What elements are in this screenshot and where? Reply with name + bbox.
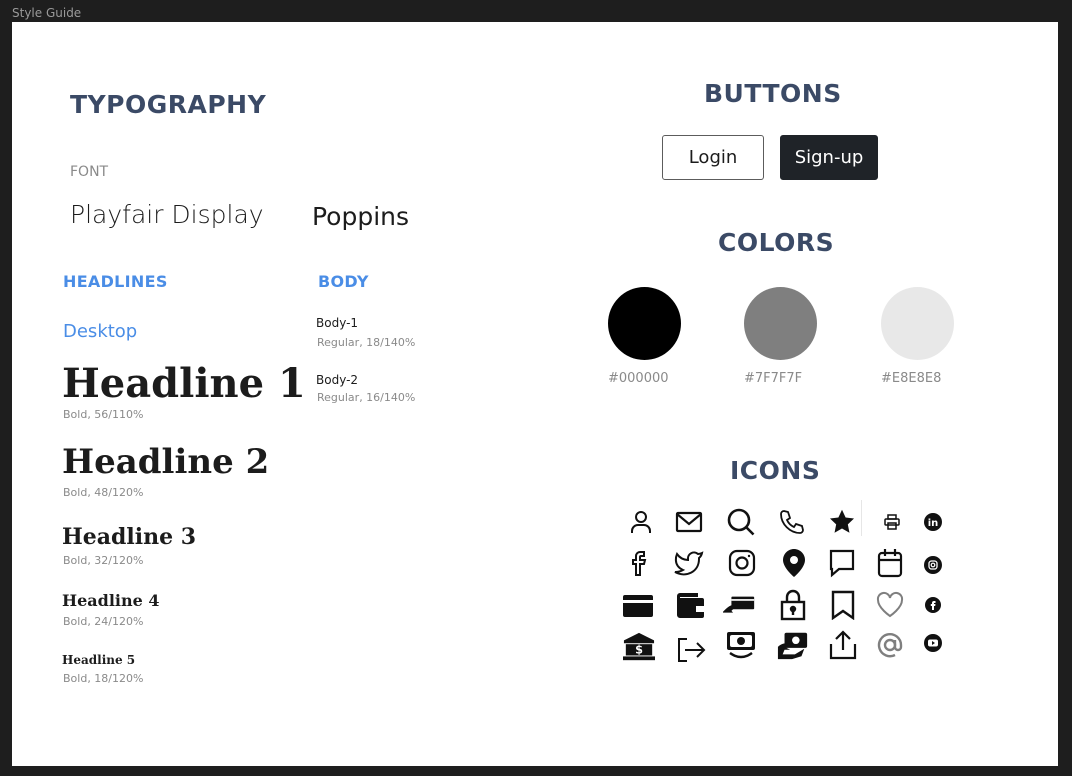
search-icon[interactable] xyxy=(725,506,757,538)
facebook-small-icon[interactable] xyxy=(917,589,949,621)
window-title: Style Guide xyxy=(12,6,82,20)
font-name-poppins: Poppins xyxy=(312,202,410,231)
facebook-icon[interactable] xyxy=(623,547,655,579)
headline-3-sample: Headline 3 xyxy=(62,524,197,550)
credit-card-icon[interactable] xyxy=(622,589,654,621)
card-payment-icon[interactable] xyxy=(723,589,755,621)
body-2-spec: Regular, 16/140% xyxy=(317,391,416,404)
youtube-icon[interactable] xyxy=(917,627,949,659)
color-swatch-black xyxy=(608,287,681,360)
chat-bubble-icon[interactable] xyxy=(826,547,858,579)
instagram-icon[interactable] xyxy=(726,547,758,579)
svg-text:$: $ xyxy=(635,644,643,657)
headline-3-spec: Bold, 32/120% xyxy=(63,554,144,567)
user-icon[interactable] xyxy=(625,506,657,538)
money-hand-icon[interactable] xyxy=(777,629,809,661)
headline-5-spec: Bold, 18/120% xyxy=(63,672,144,685)
phone-icon[interactable] xyxy=(776,506,808,538)
headline-2-sample: Headline 2 xyxy=(62,442,270,482)
bookmark-icon[interactable] xyxy=(827,589,859,621)
linkedin-icon[interactable]: in xyxy=(917,506,949,538)
svg-text:in: in xyxy=(928,518,939,529)
wallet-icon[interactable] xyxy=(674,589,706,621)
font-label: FONT xyxy=(70,164,109,180)
buttons-title: BUTTONS xyxy=(704,79,842,108)
font-name-playfair: Playfair Display xyxy=(70,200,264,229)
bank-icon[interactable]: $ xyxy=(623,631,655,663)
calendar-icon[interactable] xyxy=(874,547,906,579)
mail-icon[interactable] xyxy=(673,506,705,538)
headline-4-spec: Bold, 24/120% xyxy=(63,615,144,628)
headlines-title: HEADLINES xyxy=(63,272,168,291)
color-hex-light-gray: #E8E8E8 xyxy=(881,371,942,386)
lock-icon[interactable] xyxy=(777,589,809,621)
printer-icon[interactable] xyxy=(876,506,908,538)
cash-icon[interactable] xyxy=(725,629,757,661)
logout-icon[interactable] xyxy=(675,634,707,666)
style-guide-canvas: TYPOGRAPHY FONT Playfair Display Poppins… xyxy=(12,22,1058,766)
body-1-sample: Body-1 xyxy=(316,316,359,330)
body-2-sample: Body-2 xyxy=(316,373,359,387)
headline-1-spec: Bold, 56/110% xyxy=(63,408,144,421)
icon-divider xyxy=(861,500,862,536)
signup-button[interactable]: Sign-up xyxy=(780,135,878,180)
instagram-small-icon[interactable] xyxy=(917,549,949,581)
color-swatch-gray xyxy=(744,287,817,360)
color-swatch-light-gray xyxy=(881,287,954,360)
icons-title: ICONS xyxy=(730,456,821,485)
color-hex-black: #000000 xyxy=(608,371,669,386)
login-button[interactable]: Login xyxy=(662,135,764,180)
twitter-icon[interactable] xyxy=(673,547,705,579)
headlines-desktop-label: Desktop xyxy=(63,321,138,342)
typography-title: TYPOGRAPHY xyxy=(70,90,267,119)
headline-4-sample: Headline 4 xyxy=(62,591,160,610)
body-title: BODY xyxy=(318,272,369,291)
at-sign-icon[interactable] xyxy=(874,629,906,661)
color-hex-gray: #7F7F7F xyxy=(744,371,803,386)
headline-1-sample: Headline 1 xyxy=(62,360,306,407)
headline-5-sample: Headline 5 xyxy=(62,653,136,667)
location-pin-icon[interactable] xyxy=(778,547,810,579)
colors-title: COLORS xyxy=(718,228,835,257)
body-1-spec: Regular, 18/140% xyxy=(317,336,416,349)
star-icon[interactable] xyxy=(826,506,858,538)
headline-2-spec: Bold, 48/120% xyxy=(63,486,144,499)
heart-icon[interactable] xyxy=(874,589,906,621)
share-upload-icon[interactable] xyxy=(827,629,859,661)
